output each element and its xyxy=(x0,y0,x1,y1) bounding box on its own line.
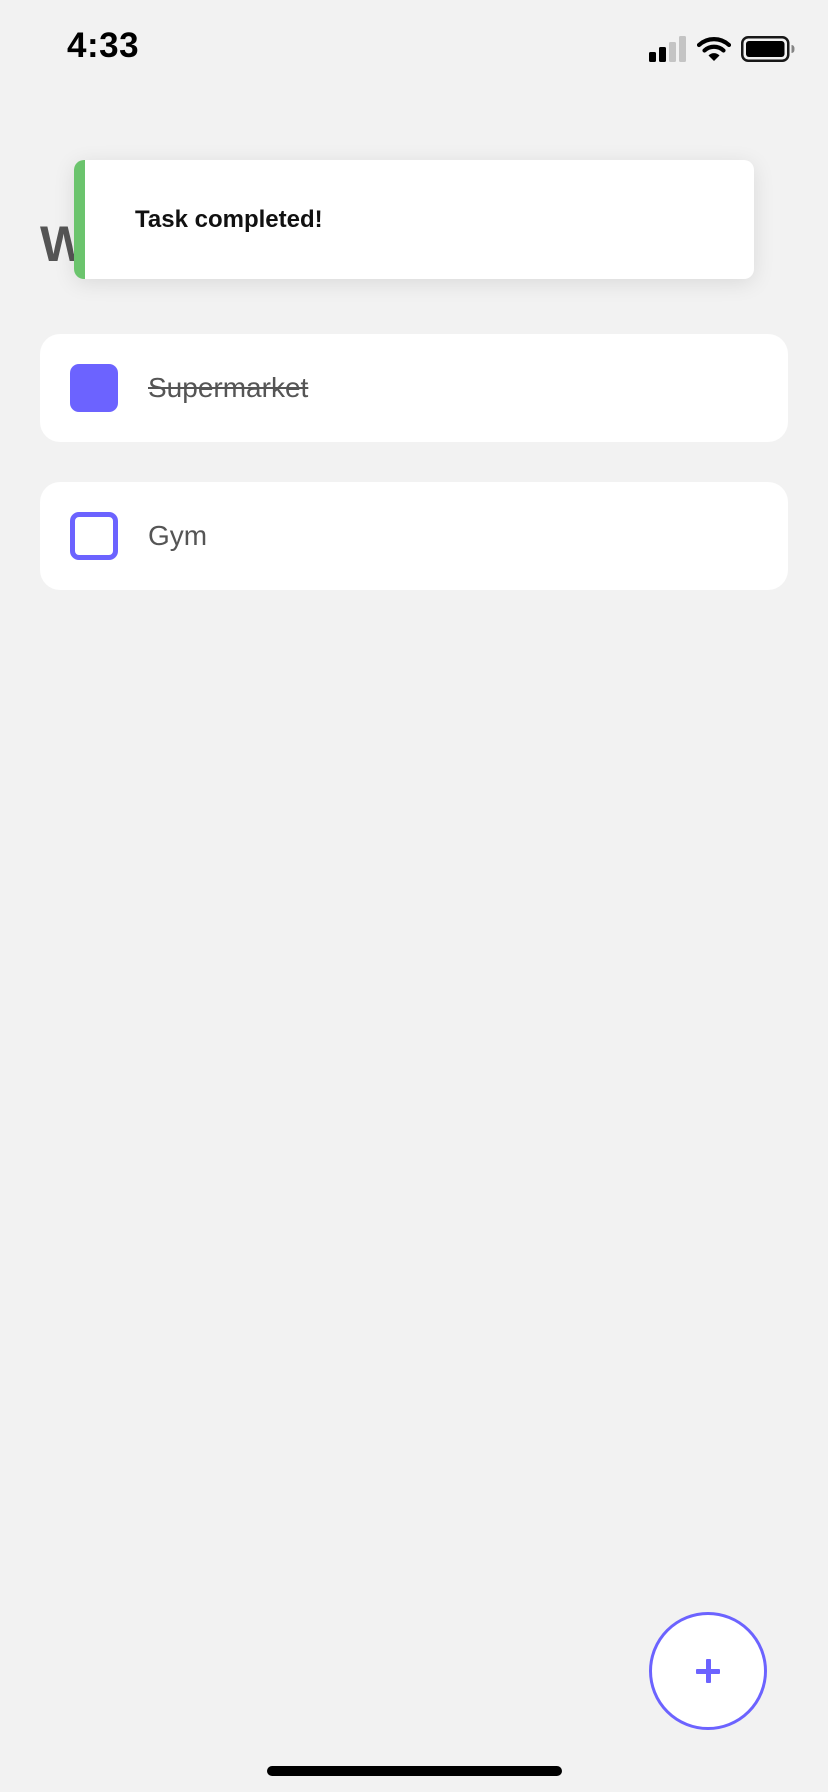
task-label: Gym xyxy=(148,520,208,551)
task-label: Supermarket xyxy=(148,372,309,403)
task-item[interactable]: Supermarket xyxy=(40,334,788,442)
toast-message: Task completed! xyxy=(135,206,323,233)
wifi-icon xyxy=(697,37,731,61)
cellular-signal-icon xyxy=(649,36,686,62)
home-indicator[interactable] xyxy=(267,1766,562,1776)
status-bar-time: 4:33 xyxy=(67,26,140,65)
battery-icon xyxy=(741,36,795,62)
task-completed-toast[interactable]: Task completed! xyxy=(74,160,754,279)
status-bar-icons xyxy=(649,36,795,62)
add-task-button[interactable] xyxy=(649,1612,767,1730)
plus-icon xyxy=(696,1659,720,1683)
task-checkbox-unchecked[interactable] xyxy=(70,512,118,560)
toast-accent-bar xyxy=(74,160,85,279)
task-checkbox-checked[interactable] xyxy=(70,364,118,412)
task-item[interactable]: Gym xyxy=(40,482,788,590)
